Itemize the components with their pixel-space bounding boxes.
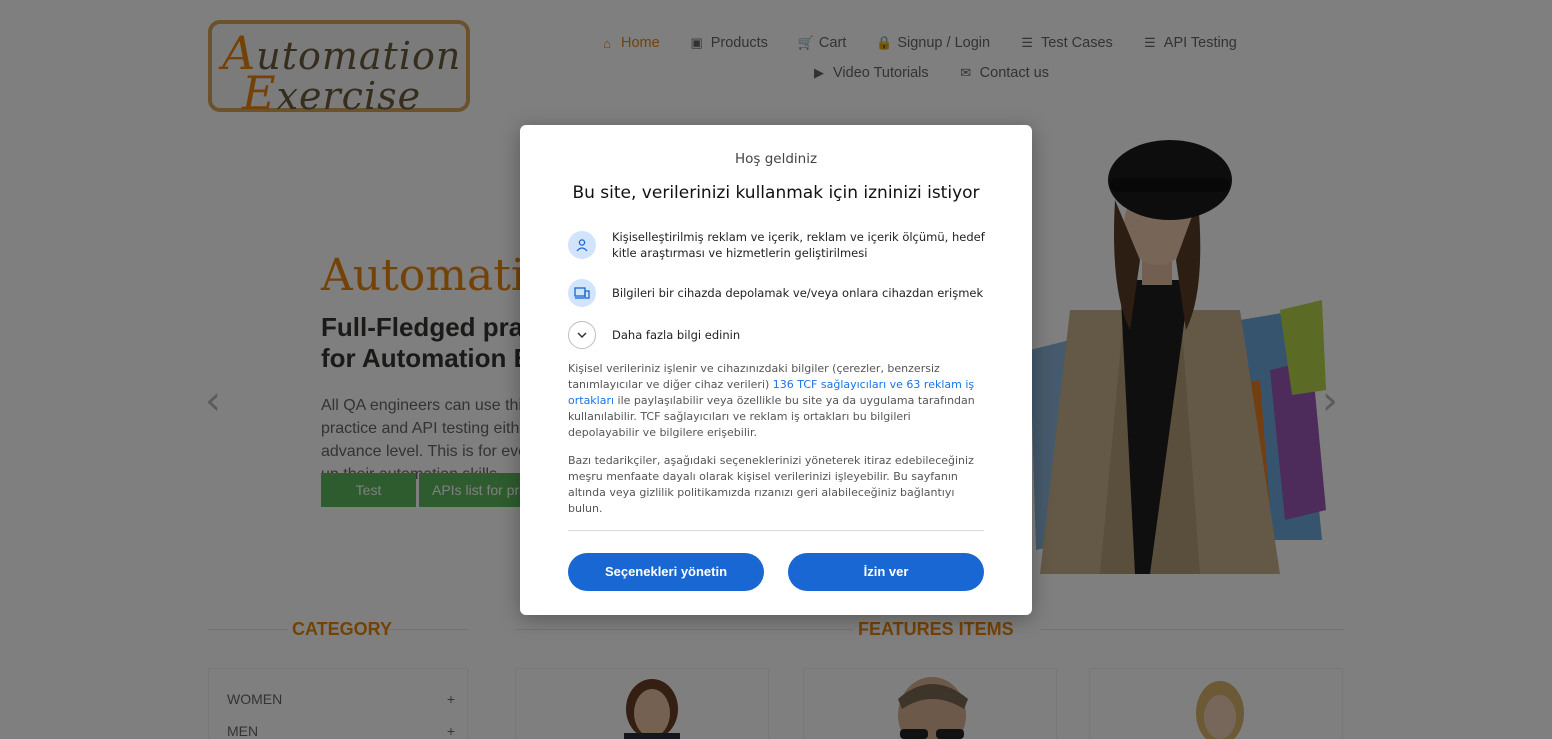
learn-more-label[interactable]: Daha fazla bilgi edinin bbox=[612, 327, 740, 343]
consent-button[interactable]: İzin ver bbox=[788, 553, 984, 591]
consent-dialog: Hoş geldiniz Bu site, verilerinizi kulla… bbox=[520, 125, 1032, 615]
consent-purpose-personalised-ads: Kişiselleştirilmiş reklam ve içerik, rek… bbox=[568, 229, 988, 261]
consent-paragraph-2: Bazı tedarikçiler, aşağıdaki seçenekleri… bbox=[568, 454, 974, 515]
consent-title: Bu site, verilerinizi kullanmak için izn… bbox=[572, 183, 980, 203]
chevron-down-icon[interactable] bbox=[568, 321, 596, 349]
consent-divider bbox=[568, 530, 984, 531]
consent-paragraph-1: Kişisel verileriniz işlenir ve cihazınız… bbox=[568, 362, 975, 439]
consent-learn-more[interactable]: Daha fazla bilgi edinin bbox=[568, 321, 988, 349]
consent-welcome: Hoş geldiniz bbox=[734, 151, 818, 167]
purpose-text: Kişiselleştirilmiş reklam ve içerik, rek… bbox=[612, 230, 985, 260]
purpose-text: Bilgileri bir cihazda depolamak ve/veya … bbox=[612, 286, 984, 300]
consent-purpose-device-storage: Bilgileri bir cihazda depolamak ve/veya … bbox=[568, 279, 988, 307]
manage-options-button[interactable]: Seçenekleri yönetin bbox=[568, 553, 764, 591]
devices-icon bbox=[568, 279, 596, 307]
person-icon bbox=[568, 231, 596, 259]
